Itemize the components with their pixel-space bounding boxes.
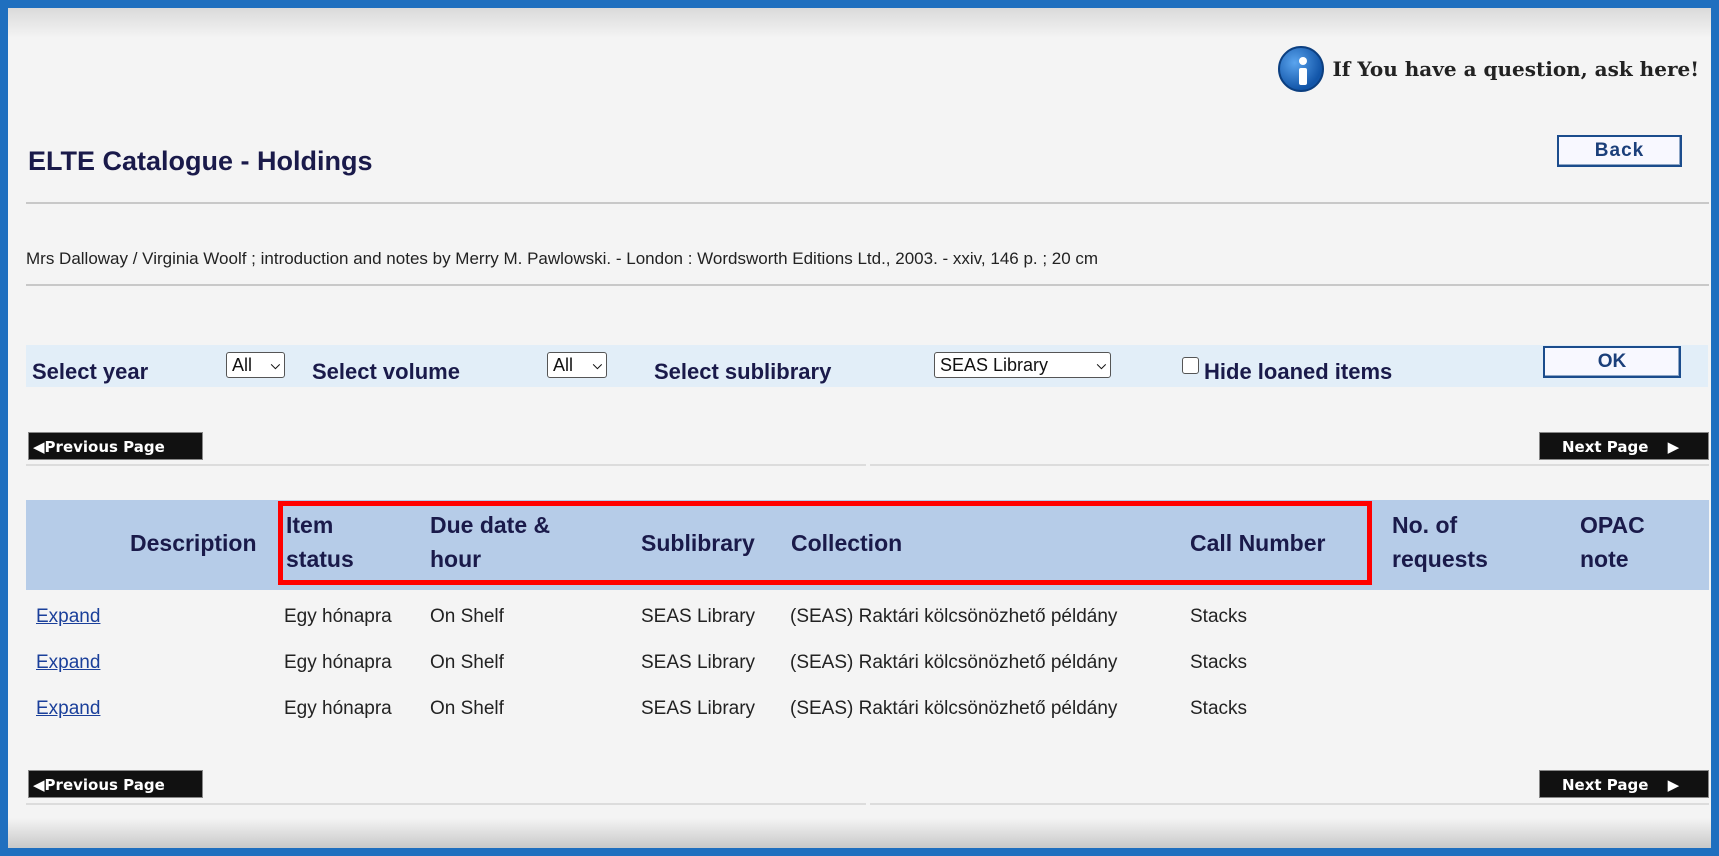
hide-loaned-label[interactable]: Hide loaned items <box>1204 359 1392 385</box>
cell-due: On Shelf <box>430 652 504 673</box>
ok-button[interactable]: OK <box>1543 346 1681 378</box>
back-button[interactable]: Back <box>1557 135 1682 167</box>
info-icon[interactable] <box>1278 46 1325 92</box>
page-title: ELTE Catalogue - Holdings <box>28 146 373 176</box>
previous-page-button[interactable]: ◀Previous Page <box>28 432 203 460</box>
cell-item-status: Egy hónapra <box>284 698 392 719</box>
th-opac-1: OPAC <box>1580 512 1645 538</box>
arrow-right-icon: ▶ <box>1667 438 1680 456</box>
help-text[interactable]: If You have a question, ask here! <box>1332 57 1699 81</box>
cell-due: On Shelf <box>430 698 504 719</box>
cell-collection: (SEAS) Raktári kölcsönözhető példány <box>790 698 1118 719</box>
frame-shadow-top <box>8 8 1711 38</box>
select-sublibrary-label: Select sublibrary <box>654 359 832 384</box>
cell-call-number: Stacks <box>1190 606 1248 627</box>
bibliographic-citation: Mrs Dalloway / Virginia Woolf ; introduc… <box>26 249 1099 268</box>
table-row: Expand Egy hónapra On Shelf SEAS Library… <box>26 646 1709 686</box>
cell-collection: (SEAS) Raktári kölcsönözhető példány <box>790 606 1118 627</box>
chevron-down-icon: ⌵ <box>270 358 280 372</box>
expand-link[interactable]: Expand <box>36 698 100 720</box>
page-frame: If You have a question, ask here! ELTE C… <box>8 8 1711 848</box>
cell-call-number: Stacks <box>1190 698 1248 719</box>
divider-top <box>26 202 1709 204</box>
arrow-left-icon: ◀ <box>33 776 45 794</box>
cell-item-status: Egy hónapra <box>284 606 392 627</box>
cell-item-status: Egy hónapra <box>284 652 392 673</box>
table-row: Expand Egy hónapra On Shelf SEAS Library… <box>26 692 1709 732</box>
th-requests-2: requests <box>1392 546 1488 572</box>
th-opac-2: note <box>1580 546 1629 572</box>
sublibrary-select[interactable]: SEAS Library ⌵ <box>934 352 1111 378</box>
cell-collection: (SEAS) Raktári kölcsönözhető példány <box>790 652 1118 673</box>
next-page-button[interactable]: Next Page ▶ <box>1539 432 1709 460</box>
filter-bar: Select year All ⌵ Select volume All ⌵ Sele… <box>26 345 1708 387</box>
cell-call-number: Stacks <box>1190 652 1248 673</box>
arrow-right-icon: ▶ <box>1667 776 1680 794</box>
frame-shadow-bottom <box>8 818 1711 848</box>
hide-loaned-checkbox[interactable] <box>1182 357 1199 374</box>
cell-due: On Shelf <box>430 606 504 627</box>
expand-link[interactable]: Expand <box>36 606 100 628</box>
pagination-divider <box>26 803 866 805</box>
pagination-divider <box>26 464 866 466</box>
chevron-down-icon: ⌵ <box>592 358 602 372</box>
pagination-divider <box>870 803 1709 805</box>
cell-sublibrary: SEAS Library <box>641 652 756 673</box>
divider-bottom <box>26 284 1709 286</box>
cell-sublibrary: SEAS Library <box>641 606 756 627</box>
pagination-divider <box>870 464 1709 466</box>
th-description: Description <box>130 530 257 556</box>
help-link[interactable]: If You have a question, ask here! <box>1278 46 1699 92</box>
expand-link[interactable]: Expand <box>36 652 100 674</box>
select-year-label: Select year <box>32 359 149 384</box>
select-volume-label: Select volume <box>312 359 460 384</box>
arrow-left-icon: ◀ <box>33 438 45 456</box>
volume-select[interactable]: All ⌵ <box>547 352 607 378</box>
year-select[interactable]: All ⌵ <box>226 352 285 378</box>
th-requests-1: No. of <box>1392 512 1458 538</box>
next-page-button[interactable]: Next Page ▶ <box>1539 770 1709 798</box>
previous-page-button[interactable]: ◀Previous Page <box>28 770 203 798</box>
chevron-down-icon: ⌵ <box>1096 358 1106 372</box>
table-row: Expand Egy hónapra On Shelf SEAS Library… <box>26 600 1709 640</box>
highlight-box <box>278 501 1372 585</box>
cell-sublibrary: SEAS Library <box>641 698 756 719</box>
